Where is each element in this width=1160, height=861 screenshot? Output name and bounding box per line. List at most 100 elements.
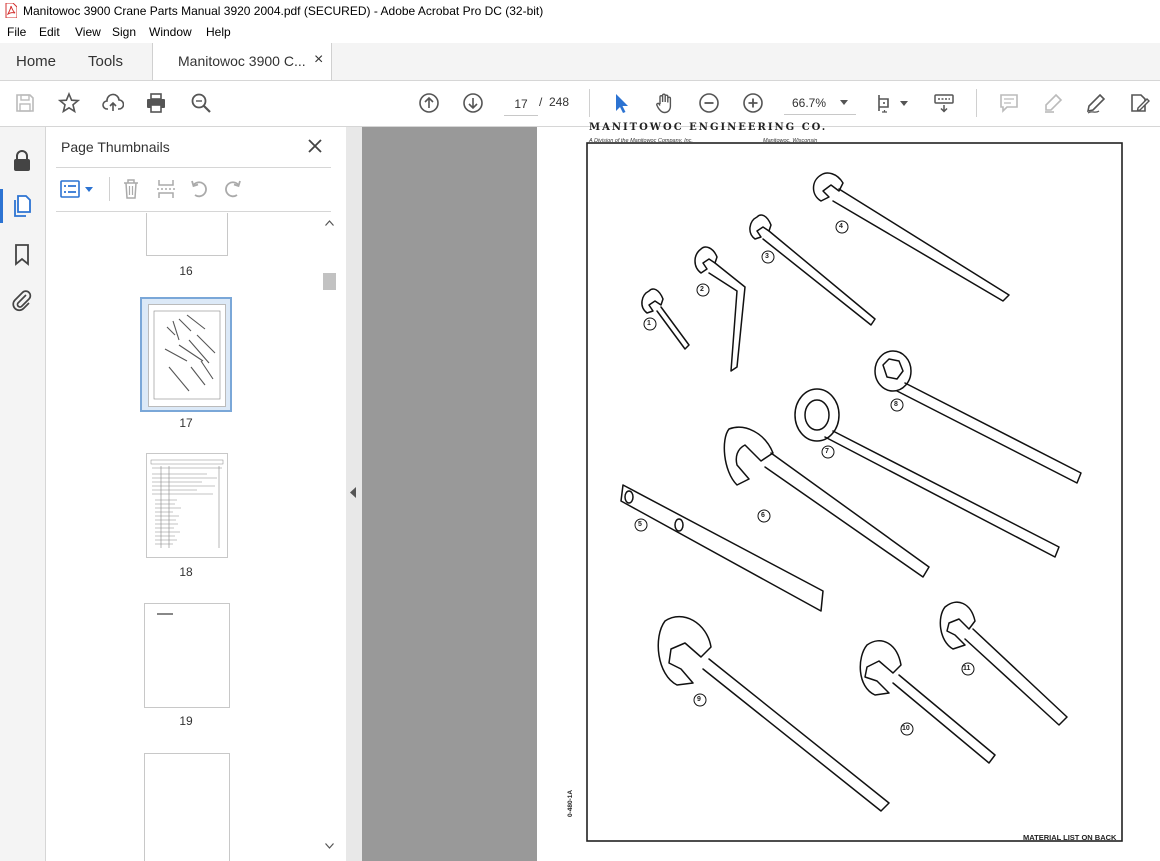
callout-6: 6: [761, 512, 765, 519]
bookmark-icon[interactable]: [13, 243, 31, 267]
callout-11: 11: [963, 665, 971, 672]
select-tool-button[interactable]: [608, 90, 634, 116]
highlight-button[interactable]: [1040, 90, 1066, 116]
print-button[interactable]: [143, 90, 169, 116]
find-button[interactable]: [188, 90, 214, 116]
star-icon: [58, 92, 80, 114]
scroll-up-icon[interactable]: [325, 220, 334, 226]
active-rail-indicator: [0, 189, 3, 223]
hand-icon: [656, 93, 672, 114]
chevron-down-icon: [85, 187, 93, 192]
highlighter-icon: [1045, 93, 1063, 113]
zoom-in-button[interactable]: [740, 90, 766, 116]
keyboard-down-icon: [934, 94, 954, 113]
bookmark-star-button[interactable]: [56, 90, 82, 116]
list-options-icon: [60, 180, 80, 198]
left-navigation-rail: [0, 127, 46, 861]
collapse-panel-icon[interactable]: [350, 487, 357, 498]
tab-tools[interactable]: Tools: [88, 53, 123, 70]
pen-sign-icon: [1086, 93, 1106, 114]
thumbnail-page-18[interactable]: [146, 453, 228, 558]
zoom-out-button[interactable]: [696, 90, 722, 116]
tab-close-button[interactable]: ×: [314, 51, 323, 69]
thumbnail-parts-list-image: [150, 459, 224, 548]
scroll-down-icon[interactable]: [325, 843, 334, 849]
menu-help[interactable]: Help: [206, 25, 231, 39]
page-number-input[interactable]: [504, 92, 538, 116]
page-thumbnails-icon[interactable]: [12, 194, 34, 218]
thumbnail-label-18: 18: [179, 565, 193, 579]
scrollbar-thumb[interactable]: [323, 273, 336, 290]
save-button[interactable]: [12, 90, 38, 116]
fill-sign-button[interactable]: [1126, 90, 1152, 116]
thumbnail-options-button[interactable]: [60, 179, 96, 201]
thumbnail-label-16: 16: [179, 264, 193, 278]
thumbnail-page-16[interactable]: [146, 213, 228, 256]
document-page: 1 2 3 4 5 6 7 8 9 10 11 MANITOWOC ENGINE…: [537, 122, 1160, 861]
page-fit-button[interactable]: [874, 90, 910, 116]
tab-bar: Home Tools Manitowoc 3900 C... ×: [0, 43, 1160, 81]
close-icon[interactable]: [308, 139, 322, 153]
minus-circle-icon: [699, 93, 719, 113]
thumbnail-page-20[interactable]: [144, 753, 230, 861]
wrench-drawing: [586, 142, 1123, 842]
thumbnail-text-line: [157, 613, 173, 615]
arrow-up-circle-icon: [419, 93, 439, 113]
menu-view[interactable]: View: [75, 25, 101, 39]
toolbar: / 248 66.7%: [0, 81, 1160, 127]
rotate-right-icon[interactable]: [223, 179, 243, 199]
panel-toolbar-divider: [109, 177, 110, 201]
upload-button[interactable]: [100, 90, 126, 116]
thumbnail-label-19: 19: [179, 714, 193, 728]
callout-5: 5: [638, 521, 642, 528]
menu-window[interactable]: Window: [149, 25, 192, 39]
hand-tool-button[interactable]: [652, 90, 678, 116]
callout-1: 1: [647, 320, 651, 327]
document-header: MANITOWOC ENGINEERING CO.: [589, 122, 828, 133]
rotate-left-icon[interactable]: [189, 179, 209, 199]
callout-10: 10: [902, 725, 910, 732]
insert-page-icon[interactable]: [156, 178, 176, 200]
scroll-mode-button[interactable]: [931, 90, 957, 116]
trash-icon[interactable]: [122, 178, 140, 200]
callout-4: 4: [839, 223, 843, 230]
panel-splitter[interactable]: [346, 127, 362, 861]
callout-3: 3: [765, 253, 769, 260]
menu-edit[interactable]: Edit: [39, 25, 60, 39]
next-page-button[interactable]: [460, 90, 486, 116]
draw-button[interactable]: [1083, 90, 1109, 116]
toolbar-divider: [589, 89, 590, 117]
chevron-down-icon: [840, 100, 848, 105]
lock-icon[interactable]: [12, 149, 32, 173]
document-footer: MATERIAL LIST ON BACK: [1023, 833, 1117, 842]
menu-sign[interactable]: Sign: [112, 25, 136, 39]
menu-file[interactable]: File: [7, 25, 26, 39]
thumbnail-page-17-selected[interactable]: [140, 297, 232, 412]
zoom-level-value: 66.7%: [792, 96, 827, 110]
thumbnail-label-17: 17: [179, 416, 193, 430]
cloud-upload-icon: [102, 93, 124, 111]
total-pages: 248: [549, 95, 570, 109]
page-separator: /: [539, 95, 543, 109]
callout-2: 2: [700, 286, 704, 293]
callout-7: 7: [825, 448, 829, 455]
document-left-caption: A Division of the Manitowoc Company, Inc…: [589, 138, 693, 144]
menu-bar: File Edit View Sign Window Help: [0, 22, 1160, 43]
save-icon: [16, 94, 34, 112]
previous-page-button[interactable]: [416, 90, 442, 116]
tab-home[interactable]: Home: [16, 53, 56, 70]
panel-divider: [56, 167, 331, 168]
pdf-file-icon: [5, 3, 17, 18]
callout-8: 8: [894, 401, 898, 408]
document-right-caption: Manitowoc, Wisconsin: [763, 138, 818, 144]
title-bar: Manitowoc 3900 Crane Parts Manual 3920 2…: [0, 0, 1160, 22]
zoom-level-select[interactable]: 66.7%: [784, 91, 856, 115]
thumbnail-scrollbar[interactable]: [321, 215, 337, 855]
comment-button[interactable]: [996, 90, 1022, 116]
thumbnail-page-19[interactable]: [144, 603, 230, 708]
edit-document-icon: [1131, 94, 1150, 112]
arrow-down-circle-icon: [463, 93, 483, 113]
paperclip-icon[interactable]: [11, 288, 33, 312]
tab-document[interactable]: Manitowoc 3900 C... ×: [152, 43, 332, 80]
chevron-down-icon: [900, 100, 908, 106]
